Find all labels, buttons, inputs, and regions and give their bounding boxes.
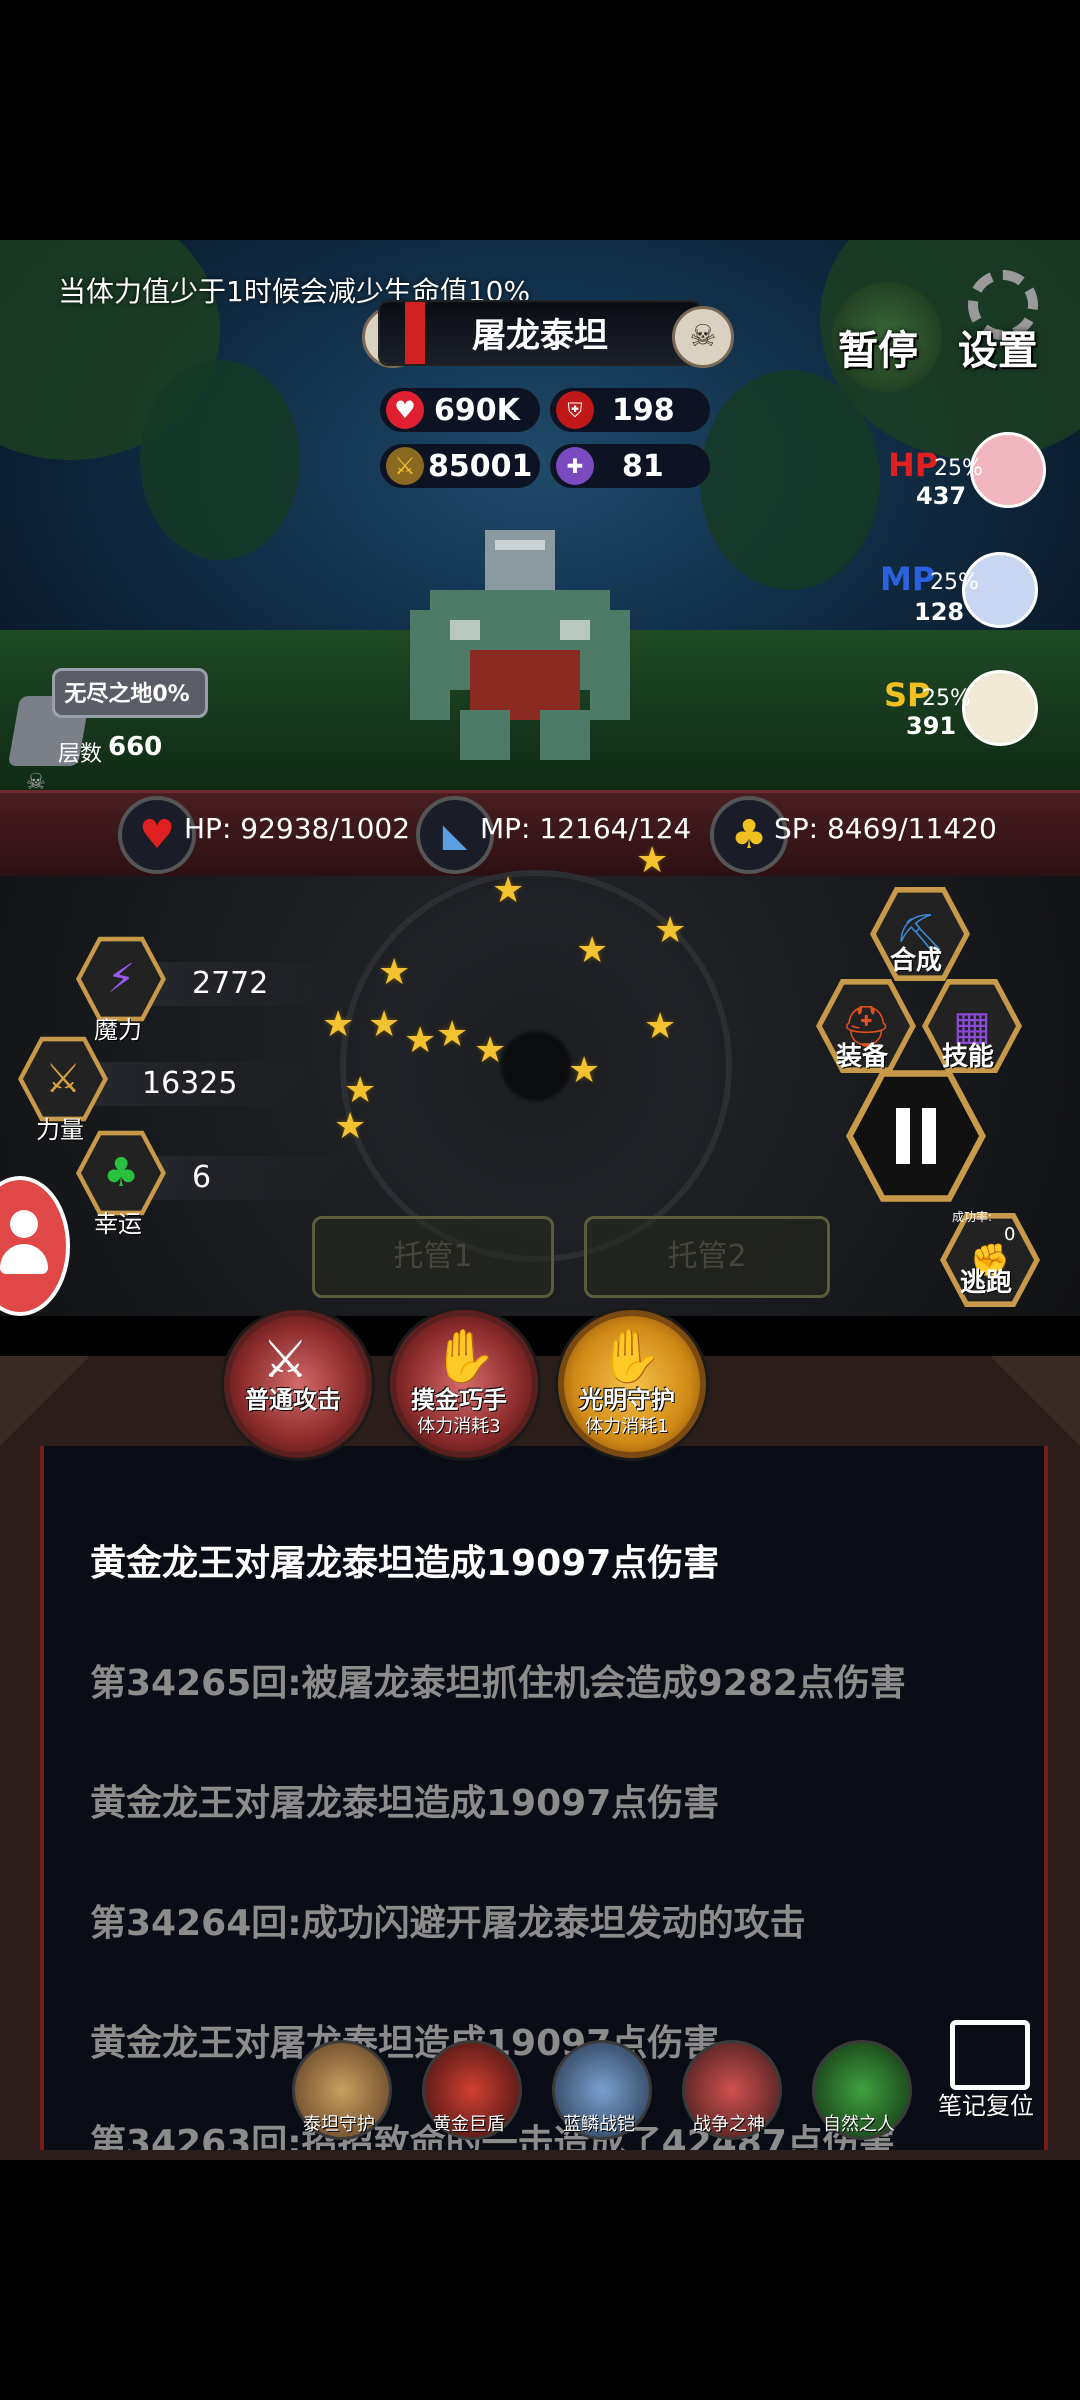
skill-label: 摸金巧手 [411, 1386, 507, 1414]
mp-potion-label: MP [880, 560, 936, 598]
skill-cost: 体力消耗3 [417, 1416, 501, 1437]
skills-label: 技能 [942, 1042, 995, 1072]
pause-bar-icon [896, 1108, 910, 1164]
log-line: 黄金龙王对屠龙泰坦造成19097点伤害 [90, 1543, 720, 1584]
star-icon: ★ [368, 1004, 401, 1045]
reset-icon[interactable] [950, 2020, 1030, 2090]
mp-potion-percent: 25% [930, 570, 979, 595]
magic-label: 魔力 [94, 1016, 142, 1044]
sword-icon: ⚔ [386, 447, 424, 485]
log-line: 第34264回:成功闪避开屠龙泰坦发动的攻击 [90, 1903, 806, 1944]
success-rate-value: 0 [1004, 1224, 1016, 1245]
star-icon: ★ [474, 1030, 507, 1071]
luck-value: 6 [192, 1160, 212, 1195]
settings-label[interactable]: 设置 [958, 318, 1038, 376]
character-label: 泰坦守护 [303, 2114, 375, 2135]
user-icon [10, 1210, 38, 1238]
user-icon-body [0, 1244, 48, 1274]
foliage [700, 370, 880, 590]
skull-icon: ☠ [672, 306, 734, 368]
strength-value: 16325 [142, 1066, 238, 1101]
magic-value: 2772 [192, 966, 269, 1001]
sp-potion-percent: 25% [922, 686, 971, 711]
bottom-letterbox [0, 2160, 1080, 2400]
hp-potion-value: 437 [916, 482, 967, 510]
sp-potion-value: 391 [906, 712, 957, 740]
craft-label: 合成 [890, 946, 943, 976]
auto-2-button[interactable]: 托管2 [584, 1216, 830, 1298]
mp-potion-value: 128 [914, 598, 965, 626]
top-letterbox [0, 0, 1080, 240]
hp-potion-percent: 25% [934, 456, 983, 481]
star-icon: ★ [644, 1006, 677, 1047]
log-line: 第34265回:被屠龙泰坦抓住机会造成9282点伤害 [90, 1663, 906, 1704]
star-icon: ★ [636, 840, 669, 881]
star-icon: ★ [568, 1050, 601, 1091]
magic-shield-icon: ✚ [556, 447, 594, 485]
character-label: 自然之人 [823, 2114, 895, 2135]
auto-1-button[interactable]: 托管1 [312, 1216, 554, 1298]
pause-bar-icon [922, 1108, 936, 1164]
floor-label: 层数 [58, 742, 103, 767]
character-label: 黄金巨盾 [433, 2114, 505, 2135]
star-icon: ★ [436, 1014, 469, 1055]
monster-magic-defense: 81 [622, 449, 664, 484]
equip-label: 装备 [836, 1042, 889, 1072]
reset-label[interactable]: 笔记复位 [938, 2086, 1034, 2121]
battle-log: 黄金龙王对屠龙泰坦造成19097点伤害 第34265回:被屠龙泰坦抓住机会造成9… [40, 1446, 1048, 2150]
skill-cost: 体力消耗1 [585, 1416, 669, 1437]
monster-name: 屠龙泰坦 [472, 316, 608, 356]
star-icon: ★ [492, 870, 525, 911]
hp-potion-label: HP [888, 446, 939, 484]
foliage [140, 360, 300, 560]
star-icon: ★ [404, 1020, 437, 1061]
escape-label: 逃跑 [960, 1268, 1013, 1298]
monster-defense: 198 [612, 393, 675, 428]
claw-icon: ✋ [432, 1327, 497, 1387]
star-icon: ★ [576, 930, 609, 971]
star-icon: ★ [654, 910, 687, 951]
player-sp: SP: 8469/11420 [774, 812, 997, 845]
player-hp: HP: 92938/1002 [184, 812, 411, 845]
palm-icon: ✋ [598, 1327, 663, 1387]
star-icon: ★ [378, 952, 411, 993]
skill-label: 普通攻击 [245, 1386, 341, 1414]
character-label: 战争之神 [693, 2114, 765, 2135]
monster-sprite [410, 530, 630, 760]
zone-name: 无尽之地0% [64, 682, 190, 707]
strength-label: 力量 [36, 1116, 84, 1144]
heart-icon: ♥ [386, 391, 424, 429]
character-label: 蓝鳞战铠 [563, 2114, 635, 2135]
success-rate-label: 成功率: [952, 1210, 993, 1224]
shield-icon: ⛨ [556, 391, 594, 429]
star-icon: ★ [344, 1070, 377, 1111]
star-icon: ★ [322, 1004, 355, 1045]
luck-label: 幸运 [94, 1210, 142, 1238]
pause-label: 暂停 [838, 328, 918, 374]
monster-hp: 690K [434, 393, 520, 428]
star-icon: ★ [334, 1106, 367, 1147]
sp-potion-icon[interactable] [962, 670, 1038, 746]
skill-label: 光明守护 [579, 1386, 675, 1414]
floor-value: 660 [108, 732, 163, 762]
monster-attack: 85001 [428, 449, 533, 484]
log-line: 黄金龙王对屠龙泰坦造成19097点伤害 [90, 1783, 720, 1824]
